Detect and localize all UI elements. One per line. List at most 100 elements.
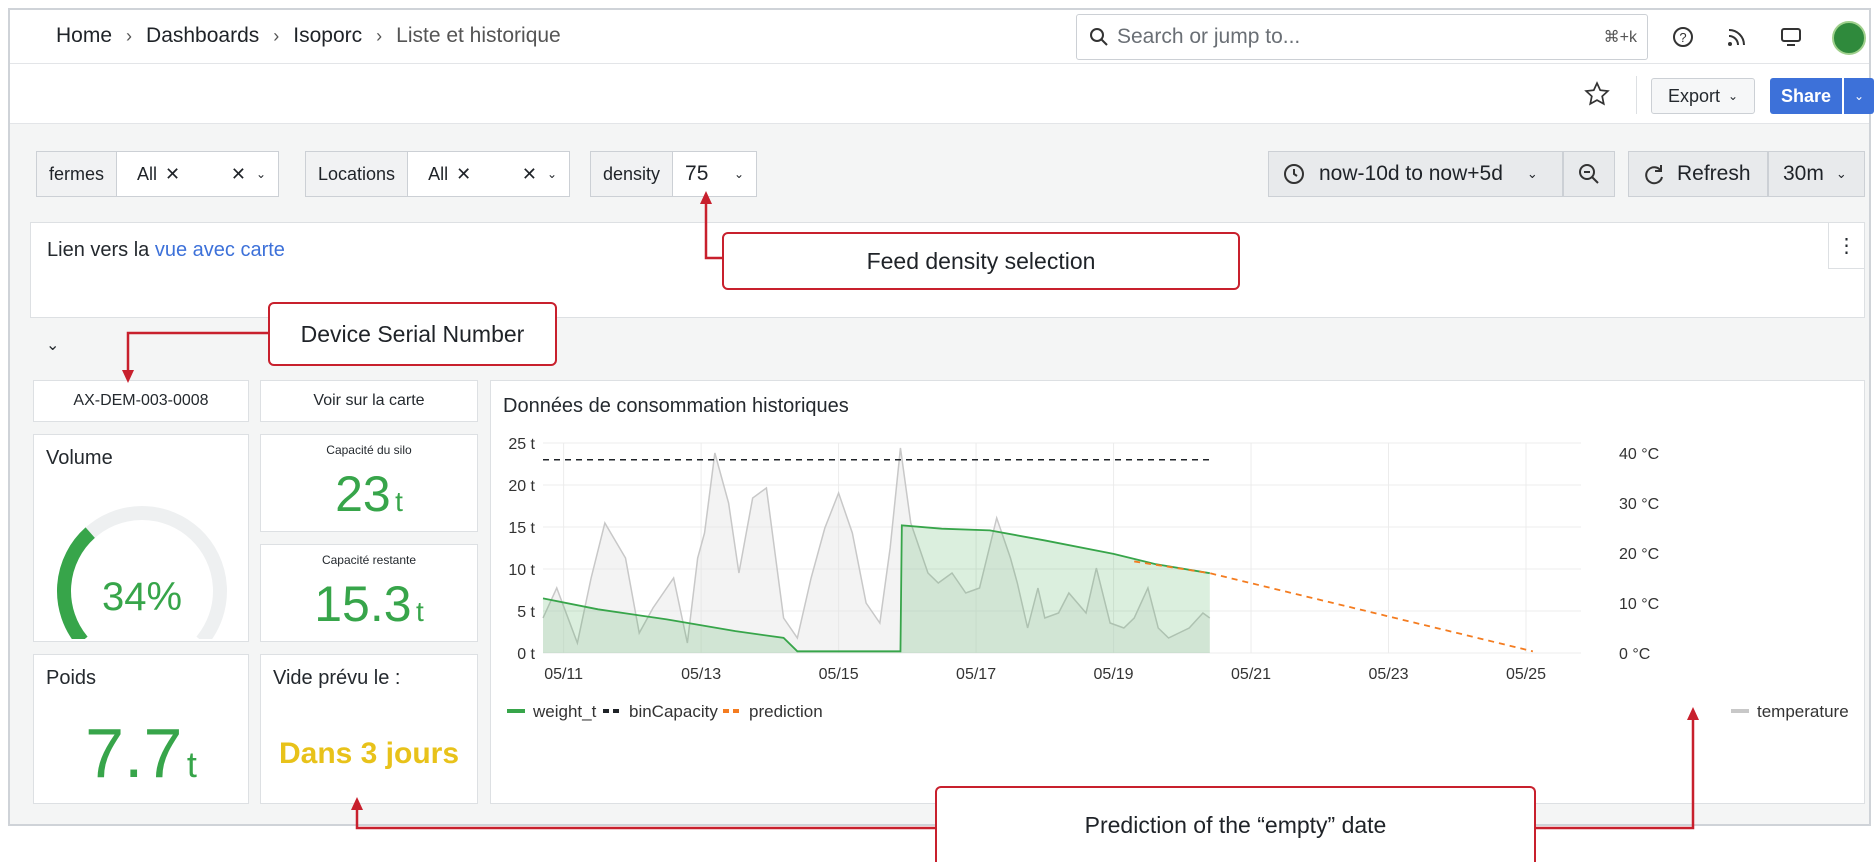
volume-value: 34%	[101, 575, 183, 619]
close-icon[interactable]: ✕	[165, 164, 180, 185]
stat-unit: t	[186, 744, 197, 785]
x-tick-label: 05/19	[1094, 666, 1134, 683]
variable-label: density	[590, 151, 674, 197]
x-tick-label: 05/11	[544, 666, 583, 683]
clock-icon	[1284, 164, 1304, 184]
x-tick-label: 05/23	[1368, 666, 1408, 683]
density-select[interactable]: 75 ⌄	[673, 151, 758, 197]
clear-icon[interactable]: ✕	[522, 164, 537, 185]
legend-label: prediction	[749, 702, 823, 721]
tv-mode-icon[interactable]	[1776, 22, 1806, 52]
selected-tag[interactable]: All ✕	[420, 162, 479, 187]
x-tick-label: 05/21	[1231, 666, 1271, 683]
y-tick-label: 10 t	[508, 562, 535, 579]
panel-title: Capacité du silo	[326, 443, 412, 457]
legend-label: binCapacity	[629, 702, 718, 721]
breadcrumb-dashboards[interactable]: Dashboards	[146, 24, 259, 48]
variable-select[interactable]: All ✕ ✕ ⌄	[408, 151, 571, 197]
variable-fermes[interactable]: fermes All ✕ ✕ ⌄	[36, 151, 280, 197]
x-tick-label: 05/15	[819, 666, 859, 683]
time-range-picker[interactable]: now-10d to now+5d ⌄	[1268, 151, 1563, 197]
x-tick-label: 05/17	[956, 666, 996, 683]
dashboard-toolbar: Export ⌄ Share ⌄	[10, 64, 1874, 124]
refresh-label: Refresh	[1677, 162, 1751, 185]
variable-locations[interactable]: Locations All ✕ ✕ ⌄	[305, 151, 571, 197]
share-menu-button[interactable]: ⌄	[1844, 78, 1874, 114]
empty-forecast-value: Dans 3 jours	[278, 737, 460, 770]
breadcrumb-current: Liste et historique	[396, 24, 561, 47]
stat-unit: t	[395, 486, 403, 517]
map-link-panel[interactable]: Voir sur la carte	[260, 380, 478, 422]
tag-label: All	[428, 163, 449, 184]
chevron-down-icon: ⌄	[255, 167, 267, 181]
y-tick-label: 0 t	[517, 646, 535, 663]
chevron-right-icon: ›	[126, 25, 133, 46]
chevron-right-icon: ›	[376, 25, 383, 46]
legend-label: temperature	[1757, 702, 1849, 721]
top-bar: Home › Dashboards › Isoporc › Liste et h…	[10, 10, 1869, 64]
remaining-capacity-panel: Capacité restante 15.3 t	[260, 544, 478, 642]
consumption-chart-panel: Données de consommation historiques 0 t5…	[490, 380, 1865, 804]
clear-icon[interactable]: ✕	[231, 164, 246, 185]
chevron-right-icon: ›	[273, 25, 280, 46]
export-label: Export	[1667, 85, 1720, 106]
map-view-link[interactable]: vue avec carte	[155, 239, 285, 261]
consumption-chart: 0 t 5 t 10 t 15 t 20 t 25 t 05/11 05/13 05/15 05/…	[507, 436, 1849, 721]
variable-density[interactable]: density 75 ⌄	[590, 151, 758, 197]
chevron-down-icon: ⌄	[1526, 166, 1538, 181]
search-shortcut: ⌘+k	[1603, 29, 1637, 46]
chevron-down-icon: ⌄	[733, 167, 745, 181]
variable-select[interactable]: All ✕ ✕ ⌄	[117, 151, 280, 197]
rss-icon[interactable]	[1722, 22, 1752, 52]
volume-panel: Volume 34%	[33, 434, 249, 642]
breadcrumb-home[interactable]: Home	[56, 24, 112, 48]
map-link[interactable]: Voir sur la carte	[313, 392, 424, 410]
link-text: Lien vers la vue avec carte	[47, 239, 285, 262]
panel-title: Poids	[46, 667, 97, 689]
svg-text:?: ?	[1679, 30, 1686, 45]
help-icon[interactable]: ?	[1668, 22, 1698, 52]
toolbar-divider	[1636, 76, 1637, 114]
refresh-interval: 30m	[1783, 162, 1824, 185]
share-button[interactable]: Share	[1770, 78, 1842, 114]
x-tick-label: 05/13	[681, 666, 721, 683]
search-placeholder: Search or jump to...	[1117, 25, 1301, 48]
time-range-label: now-10d to now+5d	[1319, 162, 1503, 185]
device-serial-panel: AX-DEM-003-0008	[33, 380, 249, 422]
close-icon[interactable]: ✕	[456, 164, 471, 185]
search-icon	[1090, 28, 1108, 46]
variable-label: fermes	[36, 151, 118, 197]
chevron-down-icon: ⌄	[1853, 89, 1865, 103]
empty-forecast-panel: Vide prévu le : Dans 3 jours	[260, 654, 478, 804]
panel-menu-icon[interactable]: ⋮	[1828, 223, 1864, 269]
star-icon[interactable]	[1584, 81, 1610, 112]
device-serial: AX-DEM-003-0008	[73, 392, 209, 409]
grafana-window: Home › Dashboards › Isoporc › Liste et h…	[8, 8, 1874, 826]
y-tick-label: 25 t	[508, 436, 535, 453]
density-value: 75	[685, 162, 709, 185]
avatar[interactable]	[1832, 21, 1866, 55]
panel-title: Volume	[46, 447, 113, 469]
zoom-out-icon	[1579, 164, 1599, 184]
selected-tag[interactable]: All ✕	[129, 162, 188, 187]
refresh-interval-select[interactable]: 30m ⌄	[1768, 151, 1865, 197]
remaining-capacity-stat: 15.3 t	[261, 575, 477, 633]
refresh-button[interactable]: Refresh	[1628, 151, 1768, 197]
chevron-down-icon: ⌄	[1727, 89, 1739, 103]
export-button[interactable]: Export ⌄	[1651, 78, 1755, 114]
breadcrumb-folder[interactable]: Isoporc	[293, 24, 362, 48]
row-collapse-icon[interactable]: ⌄	[46, 335, 59, 355]
stat-unit: t	[416, 596, 424, 627]
prediction-annotation: Prediction of the “empty” date	[935, 786, 1536, 862]
panel-title: Vide prévu le :	[273, 667, 401, 689]
chevron-down-icon: ⌄	[547, 167, 558, 181]
zoom-out-button[interactable]	[1563, 151, 1615, 197]
y2-tick-label: 30 °C	[1619, 496, 1659, 513]
y-tick-label: 20 t	[508, 478, 535, 495]
tag-label: All	[137, 163, 158, 184]
weight-stat: 7.7 t	[34, 713, 248, 793]
y2-tick-label: 40 °C	[1619, 446, 1659, 463]
search-input[interactable]: Search or jump to... ⌘+k	[1076, 14, 1648, 60]
serial-annotation: Device Serial Number	[268, 302, 557, 366]
stat-value: 15.3	[314, 576, 412, 632]
